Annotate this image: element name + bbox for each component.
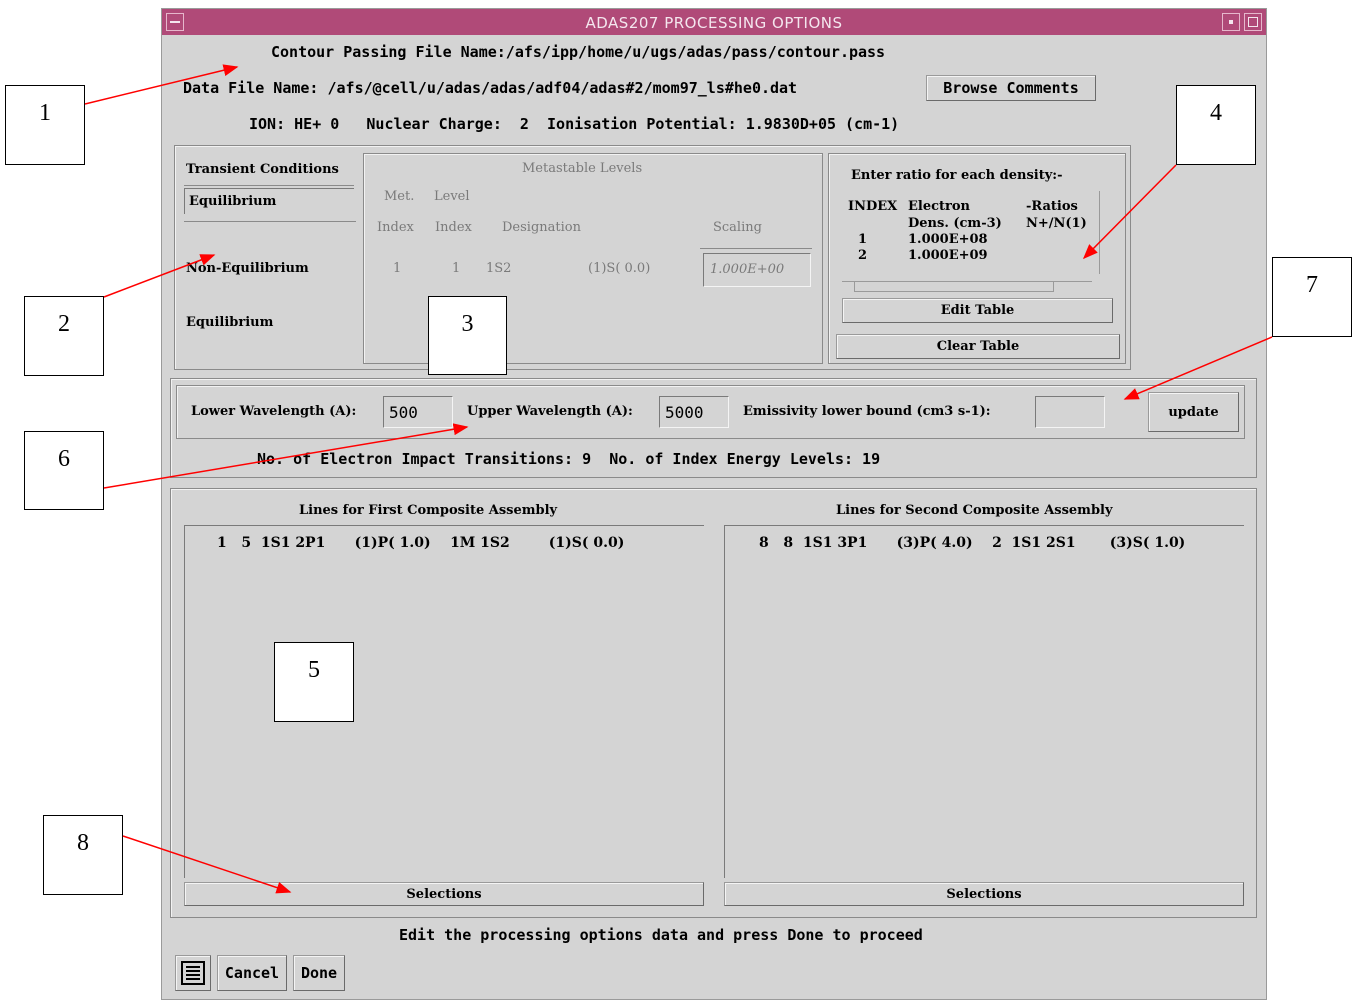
- arrow-8: [122, 835, 292, 894]
- annotation-arrows: [84, 64, 1273, 894]
- arrow-4: [1082, 164, 1177, 260]
- arrow-2: [103, 254, 216, 298]
- arrow-6: [103, 423, 469, 489]
- arrow-7: [1123, 336, 1273, 400]
- arrow-1: [84, 64, 239, 105]
